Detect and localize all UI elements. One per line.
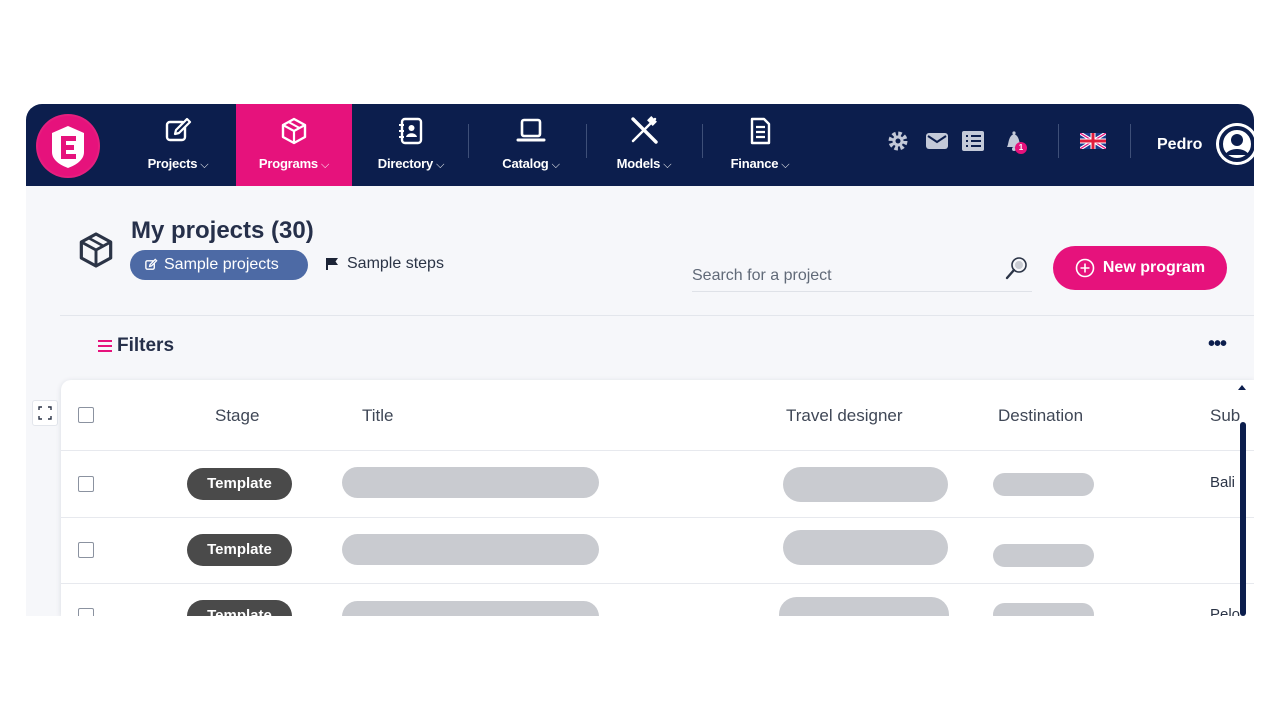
nav-item-catalog[interactable]: Catalog ⌵ [482, 104, 580, 186]
designer-placeholder [783, 467, 948, 502]
table-row[interactable]: Template Pelo [61, 583, 1254, 616]
top-navbar: Projects ⌵ Programs ⌵ Directory ⌵ Catalog ⌵ [26, 104, 1254, 186]
expand-icon[interactable] [32, 400, 58, 426]
row-checkbox[interactable] [78, 542, 94, 558]
nav-label-programs: Programs [258, 156, 318, 171]
destination-placeholder [993, 473, 1094, 496]
page-title: My projects (30) [131, 217, 314, 244]
title-placeholder [342, 534, 599, 565]
nav-divider [586, 124, 587, 158]
cube-icon [76, 230, 116, 275]
user-avatar-icon[interactable] [1216, 123, 1254, 165]
bell-icon[interactable]: 1 [1001, 128, 1027, 154]
sample-projects-button[interactable]: Sample projects [130, 250, 308, 280]
nav-divider [468, 124, 469, 158]
title-placeholder [342, 467, 599, 498]
sample-steps-label: Sample steps [347, 255, 444, 272]
nav-divider [702, 124, 703, 158]
more-options-icon[interactable]: ••• [1208, 333, 1227, 356]
sub-cell: Pelo [1210, 606, 1241, 616]
edit-icon [144, 258, 158, 272]
sample-steps-link[interactable]: Sample steps [326, 255, 444, 273]
tools-icon [600, 116, 688, 146]
sample-projects-label: Sample projects [164, 256, 279, 273]
sub-cell: Bali [1210, 474, 1236, 491]
uk-flag-icon[interactable] [1080, 128, 1106, 154]
nav-divider [1130, 124, 1131, 158]
document-icon [716, 116, 804, 146]
column-header-title[interactable]: Title [362, 406, 394, 426]
nav-label-models: Models [616, 156, 661, 171]
header-divider [60, 315, 1254, 316]
chevron-down-icon: ⌵ [436, 159, 445, 171]
destination-placeholder [993, 544, 1094, 567]
column-header-travel-designer[interactable]: Travel designer [786, 406, 903, 426]
table-header: Stage Title Travel designer Destination … [61, 380, 1254, 451]
designer-placeholder [783, 530, 948, 565]
notification-badge: 1 [1015, 142, 1027, 154]
user-name[interactable]: Pedro [1157, 136, 1202, 154]
filter-lines-icon [97, 339, 113, 353]
column-header-destination[interactable]: Destination [998, 406, 1083, 426]
select-all-checkbox[interactable] [78, 407, 94, 423]
scroll-up-arrow-icon[interactable] [1238, 385, 1246, 390]
title-placeholder [342, 601, 599, 616]
brand-logo-icon[interactable] [36, 114, 100, 178]
row-checkbox[interactable] [78, 608, 94, 616]
stage-badge: Template [187, 600, 292, 616]
stage-badge: Template [187, 468, 292, 500]
nav-divider [1058, 124, 1059, 158]
chevron-down-icon: ⌵ [663, 159, 672, 171]
table-row[interactable]: Template [61, 517, 1254, 584]
cube-icon [236, 116, 352, 146]
laptop-icon [482, 116, 580, 146]
nav-item-directory[interactable]: Directory ⌵ [362, 104, 460, 186]
gear-icon[interactable] [885, 128, 911, 154]
designer-placeholder [779, 597, 949, 616]
column-header-stage[interactable]: Stage [215, 406, 259, 426]
mail-icon[interactable] [924, 128, 950, 154]
vertical-scrollbar[interactable] [1240, 422, 1246, 616]
nav-item-programs[interactable]: Programs ⌵ [236, 104, 352, 186]
table-row[interactable]: Template Bali [61, 451, 1254, 518]
nav-label-catalog: Catalog [502, 156, 549, 171]
projects-table: Stage Title Travel designer Destination … [61, 380, 1254, 616]
list-icon[interactable] [960, 128, 986, 154]
nav-label-directory: Directory [377, 156, 434, 171]
destination-placeholder [993, 603, 1094, 616]
row-checkbox[interactable] [78, 476, 94, 492]
filters-label: Filters [117, 335, 175, 356]
nav-item-finance[interactable]: Finance ⌵ [716, 104, 804, 186]
chevron-down-icon: ⌵ [781, 159, 790, 171]
search-icon[interactable] [1004, 255, 1030, 286]
flag-icon [326, 257, 339, 271]
address-book-icon [362, 116, 460, 146]
edit-icon [134, 116, 222, 146]
app-window: Projects ⌵ Programs ⌵ Directory ⌵ Catalog ⌵ [26, 104, 1254, 616]
nav-item-projects[interactable]: Projects ⌵ [134, 104, 222, 186]
chevron-down-icon: ⌵ [551, 159, 560, 171]
new-program-button[interactable]: New program [1053, 246, 1227, 290]
chevron-down-icon: ⌵ [320, 159, 330, 171]
nav-item-models[interactable]: Models ⌵ [600, 104, 688, 186]
plus-circle-icon [1075, 258, 1095, 278]
new-program-label: New program [1102, 259, 1206, 276]
stage-badge: Template [187, 534, 292, 566]
search-input[interactable] [692, 261, 1032, 292]
nav-label-projects: Projects [147, 156, 198, 171]
filters-button[interactable]: Filters [97, 335, 174, 357]
chevron-down-icon: ⌵ [200, 159, 209, 171]
nav-label-finance: Finance [730, 156, 779, 171]
column-header-sub[interactable]: Sub [1210, 406, 1240, 426]
